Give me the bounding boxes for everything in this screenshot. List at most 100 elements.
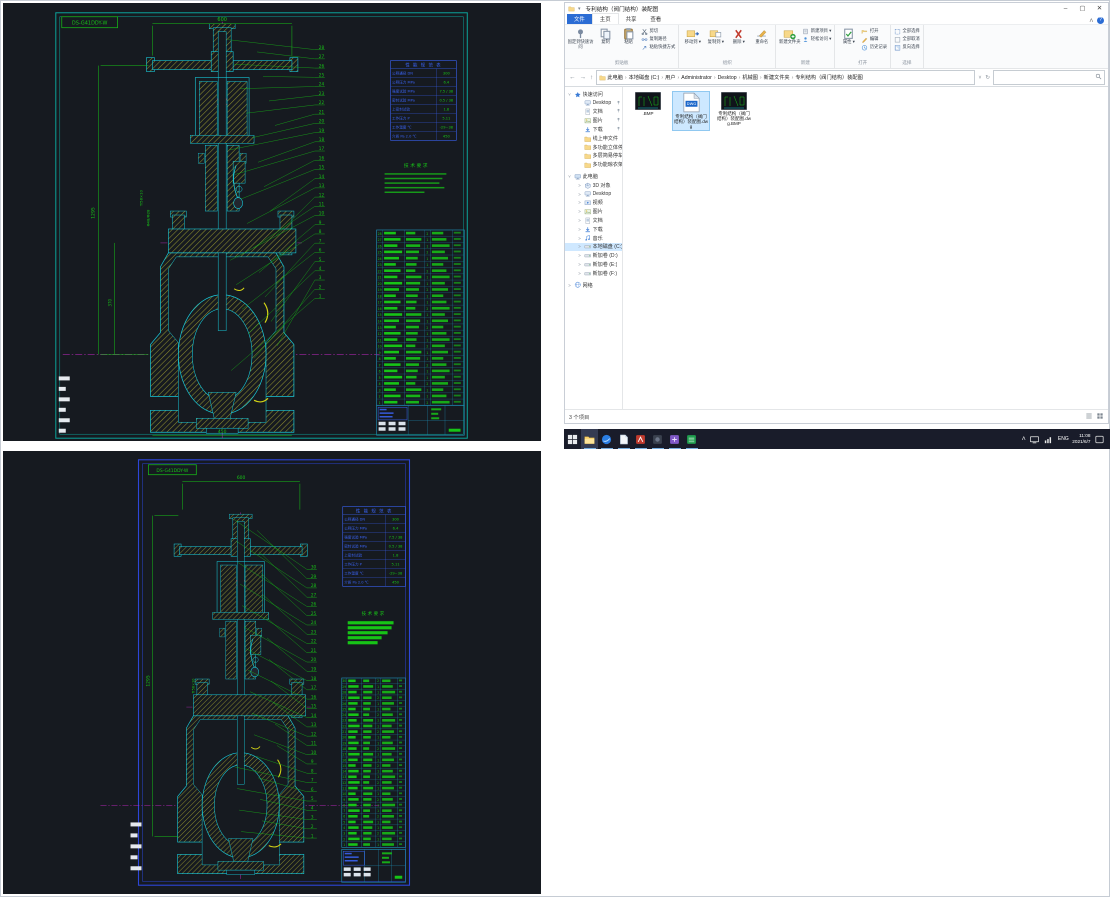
breadcrumb-item-6[interactable]: 新建文件夹 bbox=[764, 74, 790, 81]
tray-net-icon[interactable] bbox=[1043, 434, 1054, 445]
back-button[interactable]: ← bbox=[568, 74, 577, 81]
sidebar-item-0[interactable]: ˅ 快速访问 bbox=[565, 90, 622, 99]
up-button[interactable]: ↑ bbox=[589, 74, 594, 81]
chevron-icon[interactable]: ˃ bbox=[577, 253, 582, 258]
breadcrumb-item-3[interactable]: Administrator bbox=[681, 75, 712, 81]
ribbon-small-button-3-2[interactable]: 历史记录 bbox=[860, 43, 888, 51]
quick-access-toolbar[interactable]: ▾ bbox=[577, 6, 582, 12]
tab-menu-3[interactable]: 查看 bbox=[643, 14, 668, 24]
tab-menu-2[interactable]: 共享 bbox=[619, 14, 644, 24]
breadcrumb-item-2[interactable]: 用户 bbox=[665, 74, 675, 81]
taskbar-app-browser[interactable] bbox=[598, 429, 615, 449]
search-box[interactable] bbox=[993, 70, 1105, 85]
breadcrumb-item-4[interactable]: Desktop bbox=[718, 75, 737, 81]
taskbar-app-file-explorer[interactable] bbox=[581, 429, 598, 449]
ribbon-button-1-0[interactable]: 移动到 ▾ bbox=[681, 26, 704, 46]
ribbon-small-button-2-1[interactable]: 轻松访问 ▾ bbox=[801, 35, 832, 43]
sidebar-item-13[interactable]: ˃ 图片 bbox=[565, 207, 622, 216]
chevron-icon[interactable]: ˃ bbox=[577, 262, 582, 267]
sidebar-item-3[interactable]: 图片 bbox=[565, 116, 622, 125]
taskbar-app-documents-app[interactable] bbox=[615, 429, 632, 449]
tab-file[interactable]: 文件 bbox=[567, 14, 592, 24]
close-button[interactable]: ✕ bbox=[1091, 3, 1108, 14]
sidebar-item-19[interactable]: ˃ 新加卷 (E:) bbox=[565, 260, 622, 269]
sidebar-item-8[interactable]: 多功能晾衣架 bbox=[565, 160, 622, 169]
chevron-icon[interactable]: ˃ bbox=[577, 227, 582, 232]
help-icon[interactable]: ? bbox=[1097, 17, 1104, 24]
minimize-button[interactable]: – bbox=[1057, 3, 1074, 14]
ribbon-small-button-4-2[interactable]: 反向选择 bbox=[893, 43, 921, 51]
chevron-icon[interactable]: ˃ bbox=[577, 200, 582, 205]
chevron-icon[interactable]: ˅ bbox=[567, 92, 572, 97]
sidebar-item-2[interactable]: 文档 bbox=[565, 108, 622, 117]
ribbon-small-button-2-0[interactable]: 新建项目 ▾ bbox=[801, 27, 832, 35]
refresh-icon[interactable]: ↻ bbox=[984, 75, 991, 81]
ribbon-button-1-1[interactable]: 复制到 ▾ bbox=[704, 26, 727, 46]
sidebar-item-20[interactable]: ˃ 新加卷 (F:) bbox=[565, 269, 622, 278]
sidebar-item-1[interactable]: Desktop bbox=[565, 99, 622, 108]
file-item-1[interactable]: DWG 专利结构（阀门结构）装配图.dwg bbox=[672, 91, 710, 131]
chevron-icon[interactable]: ˅ bbox=[567, 174, 572, 179]
sidebar-item-17[interactable]: ˃ 本地磁盘 (C:) bbox=[565, 242, 622, 252]
breadcrumb-item-5[interactable]: 机械图 bbox=[742, 74, 758, 81]
action-center-icon[interactable] bbox=[1094, 434, 1105, 445]
sidebar-item-10[interactable]: ˃ 3D 对象 bbox=[565, 181, 622, 190]
sidebar-item-18[interactable]: ˃ 新加卷 (D:) bbox=[565, 251, 622, 260]
sidebar-item-11[interactable]: ˃ Desktop bbox=[565, 190, 622, 199]
taskbar-clock[interactable]: 11:08 2021/6/7 bbox=[1072, 433, 1090, 445]
ribbon-small-button-0-2[interactable]: 粘贴快捷方式 bbox=[640, 43, 676, 51]
ribbon-button-3-0[interactable]: 属性 ▾ bbox=[837, 26, 860, 46]
breadcrumb-item-0[interactable]: 此电脑 bbox=[607, 74, 623, 81]
sidebar-item-4[interactable]: 下载 bbox=[565, 125, 622, 134]
search-input[interactable] bbox=[996, 73, 1095, 82]
sidebar-item-15[interactable]: ˃ 下载 bbox=[565, 225, 622, 234]
ribbon-button-2-0[interactable]: 新建文件夹 bbox=[778, 26, 801, 46]
ribbon-small-button-0-0[interactable]: 剪切 bbox=[640, 27, 676, 35]
sidebar-item-16[interactable]: ˃ 音乐 bbox=[565, 234, 622, 243]
chevron-icon[interactable]: ˃ bbox=[577, 244, 582, 249]
breadcrumb-item-1[interactable]: 本地磁盘 (C:) bbox=[629, 74, 660, 81]
chevron-icon[interactable]: ˃ bbox=[577, 236, 582, 241]
tray-pc-icon[interactable] bbox=[1029, 434, 1040, 445]
tab-menu-1[interactable]: 主页 bbox=[591, 13, 619, 24]
taskbar-app-red-app[interactable] bbox=[632, 429, 649, 449]
ribbon-button-0-2[interactable]: 粘贴 bbox=[617, 26, 640, 46]
start-button[interactable] bbox=[564, 429, 581, 449]
ribbon-button-1-3[interactable]: 重命名 bbox=[750, 26, 773, 46]
chevron-icon[interactable]: ˃ bbox=[577, 209, 582, 214]
breadcrumb-item-7[interactable]: 专利结构（阀门结构）装配图 bbox=[795, 74, 862, 81]
breadcrumb[interactable]: 此电脑 › 本地磁盘 (C:) › 用户 › Administrator › Desktop › 机… bbox=[596, 70, 976, 85]
sidebar-item-9[interactable]: ˅ 此电脑 bbox=[565, 172, 622, 181]
ribbon-button-0-1[interactable]: 复制 bbox=[594, 26, 617, 46]
sidebar-item-5[interactable]: 线上申文件 bbox=[565, 134, 622, 143]
sidebar-item-14[interactable]: ˃ 文档 bbox=[565, 216, 622, 225]
thumbnail-view-icon[interactable] bbox=[1096, 412, 1104, 422]
ribbon-small-button-0-1[interactable]: 复制路径 bbox=[640, 35, 676, 43]
tray-chevron-icon[interactable]: ᐱ bbox=[1022, 436, 1025, 442]
taskbar-app-green-app[interactable] bbox=[683, 429, 700, 449]
chevron-icon[interactable]: ˃ bbox=[577, 218, 582, 223]
sidebar-item-6[interactable]: 多功能立体停车 bbox=[565, 143, 622, 152]
taskbar-app-dark-app[interactable] bbox=[649, 429, 666, 449]
ribbon-small-button-4-1[interactable]: 全部取消 bbox=[893, 35, 921, 43]
list-view-icon[interactable] bbox=[1085, 412, 1093, 422]
forward-button[interactable]: → bbox=[579, 74, 588, 81]
ribbon-button-1-2[interactable]: 删除 ▾ bbox=[727, 26, 750, 46]
sidebar-item-12[interactable]: ˃ 视频 bbox=[565, 199, 622, 208]
collapse-ribbon-icon[interactable]: ᐱ bbox=[1090, 18, 1093, 24]
language-indicator[interactable]: ENG bbox=[1058, 436, 1069, 442]
chevron-icon[interactable]: ˃ bbox=[577, 192, 582, 197]
ribbon-small-button-3-0[interactable]: 打开 bbox=[860, 27, 888, 35]
ribbon-button-0-0[interactable]: 固定到快速访问 bbox=[567, 26, 594, 50]
file-list-area[interactable]: .BMP DWG 专利结构（阀门结构）装配图.dwg 专利结构（阀门结构）装配图.dw… bbox=[623, 87, 1108, 409]
ribbon-small-button-4-0[interactable]: 全部选择 bbox=[893, 27, 921, 35]
ribbon-small-button-3-1[interactable]: 编辑 bbox=[860, 35, 888, 43]
chevron-icon[interactable]: ˃ bbox=[567, 283, 572, 288]
maximize-button[interactable]: ▢ bbox=[1074, 3, 1091, 14]
taskbar-app-purple-app[interactable] bbox=[666, 429, 683, 449]
sidebar-item-21[interactable]: ˃ 网络 bbox=[565, 281, 622, 290]
sidebar-item-7[interactable]: 多层简易停车库 bbox=[565, 152, 622, 161]
file-item-2[interactable]: 专利结构（阀门结构）装配图.dwg.BMP bbox=[716, 91, 752, 127]
chevron-icon[interactable]: ˃ bbox=[577, 271, 582, 276]
file-item-0[interactable]: .BMP bbox=[630, 91, 666, 116]
